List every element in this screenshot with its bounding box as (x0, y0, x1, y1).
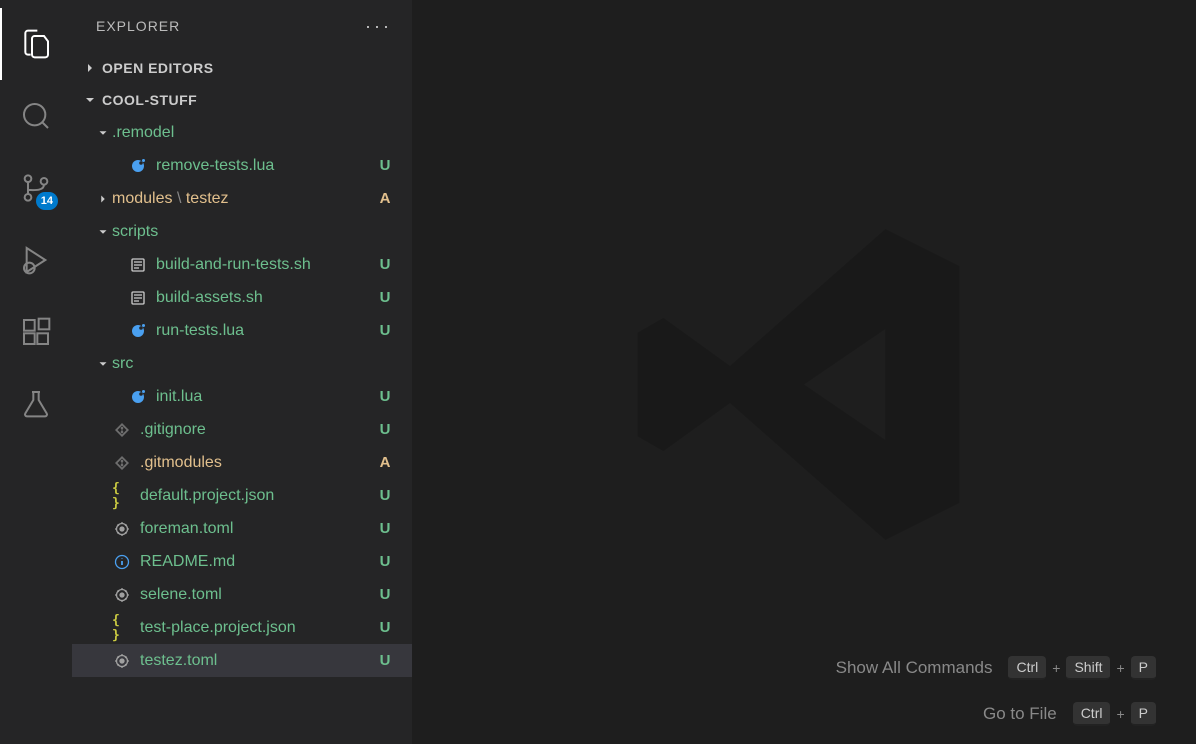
tree-item-status: U (376, 388, 394, 405)
tree-item-run-tests[interactable]: run-tests.luaU (72, 314, 412, 347)
scm-badge: 14 (36, 192, 58, 210)
flask-icon (20, 388, 52, 420)
tree-item-label: scripts (112, 223, 376, 241)
lua-icon (128, 156, 148, 176)
tree-item-label: README.md (140, 553, 376, 571)
activity-extensions[interactable] (0, 296, 72, 368)
tree-item-label: foreman.toml (140, 520, 376, 538)
chevron-down-icon (82, 92, 98, 108)
tree-item-label: build-and-run-tests.sh (156, 256, 376, 274)
tree-item-build-assets[interactable]: build-assets.shU (72, 281, 412, 314)
git-icon (112, 453, 132, 473)
tree-item-remodel[interactable]: .remodel (72, 116, 412, 149)
debug-icon (20, 244, 52, 276)
activity-source-control[interactable]: 14 (0, 152, 72, 224)
shortcut-row: Show All CommandsCtrl+Shift+P (836, 656, 1156, 680)
tree-item-gitmodules[interactable]: .gitmodulesA (72, 446, 412, 479)
tree-item-status: U (376, 619, 394, 636)
key-ctrl: Ctrl (1008, 656, 1046, 680)
sh-icon (128, 288, 148, 308)
lua-icon (128, 321, 148, 341)
tree-item-status: U (376, 256, 394, 273)
tree-item-label: src (112, 355, 376, 373)
json-icon: { } (112, 486, 132, 506)
toml-icon (112, 585, 132, 605)
section-label: COOL-STUFF (102, 92, 197, 108)
tree-item-test-place[interactable]: { } test-place.project.jsonU (72, 611, 412, 644)
tree-item-testez[interactable]: testez.tomlU (72, 644, 412, 677)
activity-bar: 14 (0, 0, 72, 744)
editor-area: Show All CommandsCtrl+Shift+PGo to FileC… (412, 0, 1196, 744)
file-tree: .remodelremove-tests.luaUmodules \ teste… (72, 116, 412, 744)
tree-item-readme[interactable]: README.mdU (72, 545, 412, 578)
tree-item-status: U (376, 487, 394, 504)
shortcut-label: Show All Commands (836, 658, 993, 678)
tree-item-label: .gitignore (140, 421, 376, 439)
key-shift: Shift (1066, 656, 1110, 680)
chevron-right-icon (82, 60, 98, 76)
tree-item-label: .gitmodules (140, 454, 376, 472)
sidebar: EXPLORER ··· OPEN EDITORS COOL-STUFF .re… (72, 0, 412, 744)
section-label: OPEN EDITORS (102, 60, 214, 76)
tree-item-status: A (376, 454, 394, 471)
key-p: P (1131, 656, 1156, 680)
sidebar-title: EXPLORER (96, 18, 180, 34)
lua-icon (128, 387, 148, 407)
tree-item-status: U (376, 157, 394, 174)
shortcut-label: Go to File (983, 704, 1057, 724)
section-open-editors[interactable]: OPEN EDITORS (72, 52, 412, 84)
activity-run-debug[interactable] (0, 224, 72, 296)
tree-item-status: U (376, 553, 394, 570)
tree-item-src[interactable]: src (72, 347, 412, 380)
tree-item-status: U (376, 586, 394, 603)
toml-icon (112, 519, 132, 539)
sidebar-header: EXPLORER ··· (72, 0, 412, 52)
tree-item-label: remove-tests.lua (156, 157, 376, 175)
tree-item-build-and-run[interactable]: build-and-run-tests.shU (72, 248, 412, 281)
tree-item-status: U (376, 289, 394, 306)
tree-item-label: selene.toml (140, 586, 376, 604)
tree-item-label: test-place.project.json (140, 619, 376, 637)
tree-item-scripts[interactable]: scripts (72, 215, 412, 248)
tree-item-remove-tests[interactable]: remove-tests.luaU (72, 149, 412, 182)
key-p: P (1131, 702, 1156, 726)
activity-explorer[interactable] (0, 8, 72, 80)
activity-testing[interactable] (0, 368, 72, 440)
toml-icon (112, 651, 132, 671)
files-icon (20, 28, 52, 60)
section-workspace[interactable]: COOL-STUFF (72, 84, 412, 116)
tree-item-label: run-tests.lua (156, 322, 376, 340)
activity-search[interactable] (0, 80, 72, 152)
tree-item-modules[interactable]: modules \ testezA (72, 182, 412, 215)
tree-item-status: U (376, 652, 394, 669)
tree-item-label: init.lua (156, 388, 376, 406)
vscode-watermark (619, 199, 989, 574)
key-ctrl: Ctrl (1073, 702, 1111, 726)
tree-item-foreman[interactable]: foreman.tomlU (72, 512, 412, 545)
tree-item-label: build-assets.sh (156, 289, 376, 307)
sidebar-more-button[interactable]: ··· (365, 16, 392, 37)
tree-item-label: testez.toml (140, 652, 376, 670)
tree-item-default-json[interactable]: { } default.project.jsonU (72, 479, 412, 512)
shortcuts-panel: Show All CommandsCtrl+Shift+PGo to FileC… (836, 656, 1156, 726)
tree-item-label: .remodel (112, 124, 376, 142)
git-icon (112, 420, 132, 440)
tree-item-init[interactable]: init.luaU (72, 380, 412, 413)
sh-icon (128, 255, 148, 275)
info-icon (112, 552, 132, 572)
tree-item-status: U (376, 322, 394, 339)
search-icon (20, 100, 52, 132)
extensions-icon (20, 316, 52, 348)
json-icon: { } (112, 618, 132, 638)
tree-item-selene[interactable]: selene.tomlU (72, 578, 412, 611)
tree-item-status: A (376, 190, 394, 207)
tree-item-status: U (376, 421, 394, 438)
tree-item-status: U (376, 520, 394, 537)
tree-item-gitignore[interactable]: .gitignoreU (72, 413, 412, 446)
shortcut-row: Go to FileCtrl+P (836, 702, 1156, 726)
tree-item-label: default.project.json (140, 487, 376, 505)
